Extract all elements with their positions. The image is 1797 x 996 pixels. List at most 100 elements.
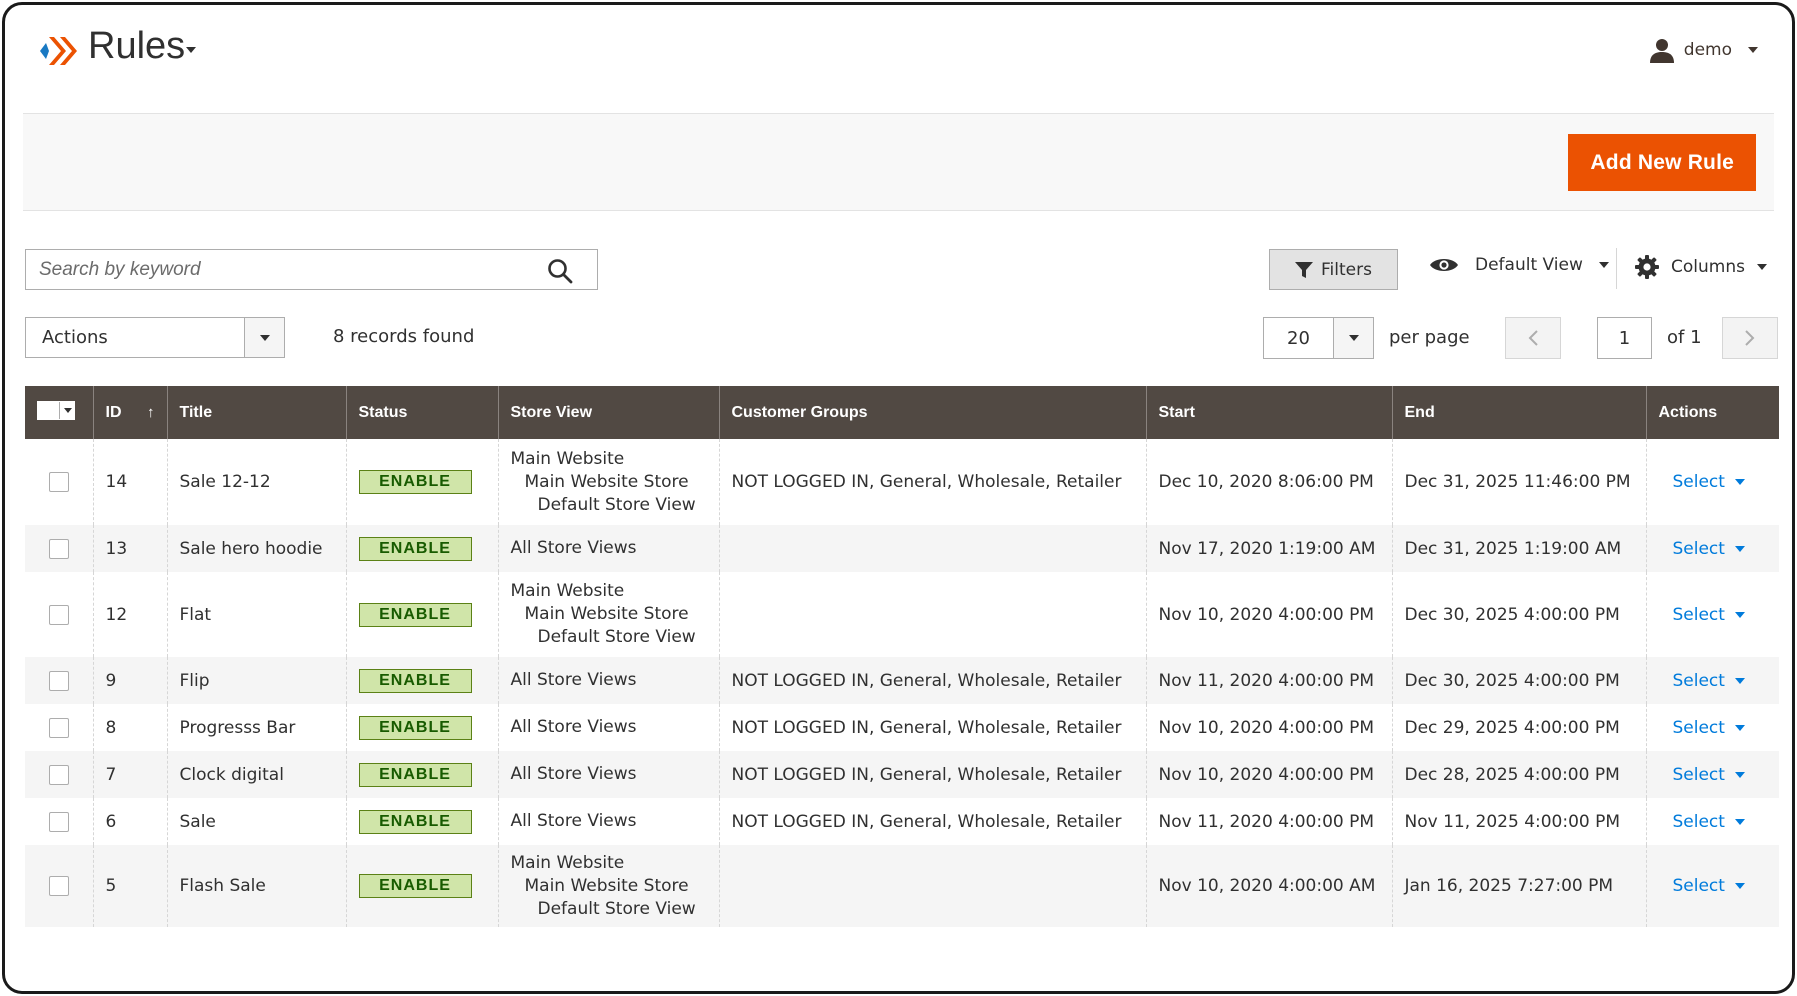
store-view-line: Default Store View — [537, 898, 696, 919]
user-menu[interactable]: demo — [1649, 37, 1758, 63]
row-checkbox[interactable] — [49, 670, 69, 691]
table-row[interactable]: 7 Clock digital ENABLE All Store Views NOT L… — [25, 751, 1779, 798]
per-page-toggle[interactable] — [1333, 318, 1373, 358]
chevron-down-icon — [259, 334, 270, 341]
cell-start: Nov 17, 2020 1:19:00 AM — [1146, 525, 1393, 572]
table-row[interactable]: 6 Sale ENABLE All Store Views NOT LOGGED IN,… — [25, 798, 1779, 845]
next-page-button[interactable] — [1722, 317, 1778, 359]
column-header-start[interactable]: Start — [1146, 386, 1393, 439]
table-row[interactable]: 8 Progresss Bar ENABLE All Store Views NOT L… — [25, 704, 1779, 751]
rules-grid: ID ↑ Title Status Store View Customer Gro… — [25, 386, 1779, 927]
row-select-cell — [25, 657, 94, 704]
row-checkbox[interactable] — [49, 717, 69, 738]
table-row[interactable]: 12 Flat ENABLE Main Website Main Website Sto… — [25, 572, 1779, 657]
column-header-title[interactable]: Title — [167, 386, 347, 439]
user-icon — [1649, 39, 1674, 63]
cell-end: Dec 30, 2025 4:00:00 PM — [1392, 572, 1647, 657]
store-view-line: Default Store View — [537, 627, 696, 647]
add-new-rule-button[interactable]: Add New Rule — [1568, 134, 1756, 191]
column-header-customer-groups[interactable]: Customer Groups — [719, 386, 1147, 439]
row-actions-select[interactable]: Select — [1673, 671, 1745, 691]
cell-store-view: All Store Views — [498, 704, 720, 751]
cell-actions: Select — [1646, 525, 1779, 572]
title-caret-down-icon[interactable] — [186, 47, 196, 53]
view-label: Default View — [1475, 255, 1583, 275]
mass-actions-dropdown[interactable]: Actions — [25, 317, 285, 358]
table-row[interactable]: 13 Sale hero hoodie ENABLE All Store Views N… — [25, 525, 1779, 572]
chevron-down-icon — [1734, 479, 1745, 485]
cell-actions: Select — [1646, 439, 1779, 525]
store-view-line: All Store Views — [510, 764, 637, 784]
row-checkbox[interactable] — [49, 876, 69, 896]
mass-select-checkbox[interactable] — [37, 401, 75, 420]
status-badge: ENABLE — [358, 536, 472, 561]
row-actions-select[interactable]: Select — [1673, 765, 1745, 785]
cell-store-view: All Store Views — [498, 525, 720, 572]
cell-store-view: All Store Views — [498, 798, 720, 845]
row-actions-select[interactable]: Select — [1673, 539, 1745, 559]
column-header-status[interactable]: Status — [346, 386, 499, 439]
cell-customer-groups: NOT LOGGED IN, General, Wholesale, Retai… — [719, 798, 1147, 845]
cell-end: Nov 11, 2025 4:00:00 PM — [1392, 798, 1647, 845]
table-row[interactable]: 5 Flash Sale ENABLE Main Website Main Websit… — [25, 845, 1779, 927]
brand-logo-icon — [40, 37, 77, 65]
row-select-cell — [25, 704, 94, 751]
cell-customer-groups: NOT LOGGED IN, General, Wholesale, Retai… — [719, 751, 1147, 798]
store-view-list: Main Website Main Website Store Default St… — [511, 448, 707, 517]
previous-page-button[interactable] — [1505, 317, 1561, 359]
cell-id: 5 — [93, 845, 168, 927]
status-badge: ENABLE — [358, 762, 472, 787]
row-actions-select[interactable]: Select — [1673, 472, 1745, 492]
filters-button[interactable]: Filters — [1269, 249, 1398, 290]
cell-id: 13 — [93, 525, 168, 572]
records-count: 8 records found — [333, 326, 475, 347]
cell-start: Nov 10, 2020 4:00:00 PM — [1146, 751, 1393, 798]
mass-actions-toggle[interactable] — [244, 318, 284, 357]
row-select-cell — [25, 439, 94, 525]
chevron-down-icon — [1348, 335, 1359, 341]
cell-store-view: Main Website Main Website Store Default St… — [498, 572, 720, 657]
row-checkbox[interactable] — [49, 604, 69, 625]
column-header-id[interactable]: ID ↑ — [93, 386, 168, 439]
cell-status: ENABLE — [346, 798, 499, 845]
row-actions-select[interactable]: Select — [1673, 812, 1745, 832]
table-row[interactable]: 9 Flip ENABLE All Store Views NOT LOGGED IN,… — [25, 657, 1779, 704]
cell-status: ENABLE — [346, 657, 499, 704]
mass-select-toggle[interactable] — [59, 402, 75, 419]
page-title[interactable]: Rules — [88, 25, 185, 68]
cell-status: ENABLE — [346, 751, 499, 798]
eye-icon — [1430, 259, 1458, 271]
per-page-select[interactable]: 20 — [1263, 317, 1374, 359]
row-actions-label: Select — [1672, 717, 1725, 738]
row-actions-select[interactable]: Select — [1673, 718, 1745, 738]
search-icon[interactable] — [547, 258, 573, 284]
mass-select-box[interactable] — [37, 402, 59, 419]
cell-customer-groups — [719, 572, 1147, 657]
chevron-down-icon — [1734, 677, 1745, 684]
row-actions-select[interactable]: Select — [1673, 876, 1745, 896]
column-header-end[interactable]: End — [1392, 386, 1647, 439]
row-checkbox[interactable] — [49, 538, 69, 559]
page-number-input[interactable]: 1 — [1597, 317, 1652, 359]
table-row[interactable]: 14 Sale 12-12 ENABLE Main Website Main Websi… — [25, 439, 1779, 525]
row-checkbox[interactable] — [49, 764, 69, 785]
status-badge: ENABLE — [358, 668, 472, 693]
row-checkbox[interactable] — [49, 811, 69, 832]
view-switcher[interactable]: Default View — [1429, 255, 1609, 275]
chevron-down-icon — [1734, 883, 1745, 889]
column-header-store-view[interactable]: Store View — [498, 386, 720, 439]
search-input[interactable] — [26, 250, 597, 289]
chevron-left-icon — [1528, 330, 1538, 346]
status-badge: ENABLE — [358, 809, 472, 834]
user-name: demo — [1683, 40, 1732, 60]
row-select-cell — [25, 751, 94, 798]
columns-button[interactable]: Columns — [1635, 255, 1767, 279]
row-actions-label: Select — [1672, 764, 1725, 785]
row-actions-select[interactable]: Select — [1673, 605, 1745, 625]
cell-actions: Select — [1646, 845, 1779, 927]
cell-customer-groups: NOT LOGGED IN, General, Wholesale, Retai… — [719, 439, 1147, 525]
row-checkbox[interactable] — [49, 472, 69, 492]
mass-select-header[interactable] — [25, 386, 94, 439]
cell-store-view: Main Website Main Website Store Default St… — [498, 439, 720, 525]
funnel-icon — [1295, 261, 1314, 278]
